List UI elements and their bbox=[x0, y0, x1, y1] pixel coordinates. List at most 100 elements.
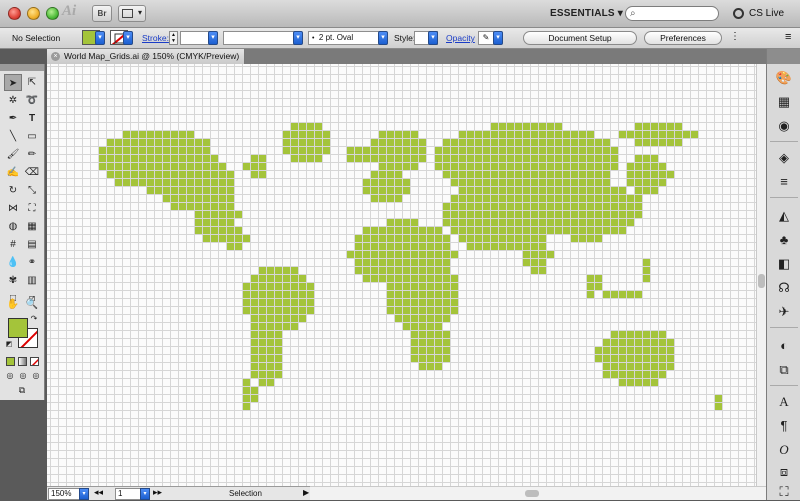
character-panel-icon[interactable]: A bbox=[775, 393, 793, 411]
arrange-documents-button[interactable]: ▾ bbox=[118, 5, 146, 22]
swap-fill-stroke-icon[interactable]: ↷ bbox=[28, 314, 40, 324]
variable-width-dropdown[interactable]: ▾ bbox=[293, 31, 303, 45]
rectangle-tool-icon[interactable]: ▭ bbox=[23, 128, 41, 145]
opentype-panel-icon[interactable]: O bbox=[775, 441, 793, 459]
pen-tool-icon[interactable]: ✒ bbox=[4, 110, 22, 127]
stroke-dropdown[interactable]: ▾ bbox=[123, 31, 133, 45]
map-grid-cell bbox=[275, 363, 282, 370]
eyedropper-tool-icon[interactable]: 💧 bbox=[4, 254, 22, 271]
gradient-tool-icon[interactable]: ▤ bbox=[23, 236, 41, 253]
cs-live-menu[interactable]: CS Live bbox=[749, 8, 784, 19]
horizontal-scroll-thumb[interactable] bbox=[525, 490, 539, 497]
magic-wand-tool-icon[interactable]: ✲ bbox=[4, 92, 22, 109]
world-map-grid-artwork[interactable] bbox=[47, 64, 756, 486]
stroke-panel-icon[interactable]: ≡ bbox=[775, 173, 793, 191]
symbol-sprayer-tool-icon[interactable]: ✾ bbox=[4, 272, 22, 289]
bridge-button[interactable]: Br bbox=[92, 5, 112, 22]
close-tab-icon[interactable]: × bbox=[51, 52, 60, 61]
blob-brush-tool-icon[interactable]: ✍ bbox=[4, 164, 22, 181]
line-segment-tool-icon[interactable]: ╲ bbox=[4, 128, 22, 145]
layers-panel-icon[interactable]: ◈ bbox=[775, 149, 793, 167]
hand-tool-icon[interactable]: ✋ bbox=[4, 296, 22, 313]
minimize-window-button[interactable] bbox=[27, 7, 40, 20]
artboard-number-field[interactable]: 1 bbox=[115, 488, 141, 500]
graphic-style-dropdown[interactable]: ▾ bbox=[428, 31, 438, 45]
gradient-mode-icon[interactable] bbox=[18, 357, 27, 366]
artboard-canvas[interactable] bbox=[47, 64, 756, 486]
free-transform-tool-icon[interactable]: ⛶ bbox=[23, 200, 41, 217]
artboard-dropdown[interactable]: ▾ bbox=[140, 488, 150, 500]
next-artboard-icon[interactable]: ▸▸ bbox=[153, 487, 162, 498]
color-mode-icon[interactable] bbox=[6, 357, 15, 366]
document-tab[interactable]: × World Map_Grids.ai @ 150% (CMYK/Previe… bbox=[47, 49, 245, 64]
recolor-dropdown[interactable]: ▾ bbox=[493, 31, 503, 45]
transparency-panel-icon[interactable]: ◐ bbox=[775, 337, 793, 355]
symbols-panel-icon[interactable]: ♣ bbox=[775, 231, 793, 249]
brushes-panel-icon[interactable]: ☊ bbox=[775, 279, 793, 297]
gradient-panel-icon[interactable]: ◭ bbox=[775, 207, 793, 225]
fill-dropdown[interactable]: ▾ bbox=[95, 31, 105, 45]
horizontal-scrollbar[interactable] bbox=[310, 486, 766, 500]
brush-definition[interactable]: • 2 pt. Oval bbox=[308, 31, 384, 45]
fill-color-swatch-tools[interactable] bbox=[8, 318, 28, 338]
variable-width-profile[interactable] bbox=[223, 31, 301, 45]
perspective-grid-tool-icon[interactable]: ▦ bbox=[23, 218, 41, 235]
transform-panel-icon[interactable]: ⛶ bbox=[775, 483, 793, 501]
screen-mode-icon[interactable]: ⧉ bbox=[12, 384, 32, 396]
shape-builder-tool-icon[interactable]: ◍ bbox=[4, 218, 22, 235]
draw-normal-icon[interactable]: ◎ bbox=[4, 370, 16, 382]
stroke-panel-link[interactable]: Stroke: bbox=[142, 33, 169, 43]
close-window-button[interactable] bbox=[8, 7, 21, 20]
mesh-tool-icon[interactable]: # bbox=[4, 236, 22, 253]
tools-panel-header[interactable] bbox=[0, 64, 44, 71]
zoom-tool-icon[interactable]: 🔍 bbox=[23, 296, 41, 313]
vertical-scrollbar[interactable] bbox=[756, 64, 766, 486]
zoom-dropdown[interactable]: ▾ bbox=[79, 488, 89, 500]
recolor-artwork-icon[interactable]: ✎ bbox=[478, 31, 494, 45]
status-menu-arrow-icon[interactable]: ▶ bbox=[303, 488, 309, 497]
blend-tool-icon[interactable]: ⚭ bbox=[23, 254, 41, 271]
zoom-window-button[interactable] bbox=[46, 7, 59, 20]
links-panel-icon[interactable]: ✈ bbox=[775, 303, 793, 321]
selection-tool-icon[interactable]: ➤ bbox=[4, 74, 22, 91]
stroke-weight-field[interactable] bbox=[180, 31, 210, 45]
width-tool-icon[interactable]: ⋈ bbox=[4, 200, 22, 217]
previous-artboard-icon[interactable]: ◂◂ bbox=[94, 487, 103, 498]
none-mode-icon[interactable] bbox=[30, 357, 39, 366]
scale-tool-icon[interactable]: ⤡ bbox=[23, 182, 41, 199]
eraser-tool-icon[interactable]: ⌫ bbox=[23, 164, 41, 181]
zoom-level-field[interactable]: 150% bbox=[48, 488, 80, 500]
dock-header[interactable] bbox=[767, 49, 800, 64]
stroke-weight-stepper[interactable]: ▲ ▼ bbox=[169, 31, 178, 45]
appearance-panel-icon[interactable]: ◉ bbox=[775, 117, 793, 135]
workspace-switcher[interactable]: ESSENTIALS ▾ bbox=[550, 8, 623, 19]
opacity-panel-link[interactable]: Opacity bbox=[446, 33, 475, 43]
color-panel-icon[interactable]: 🎨 bbox=[775, 69, 793, 87]
paragraph-panel-icon[interactable]: ¶ bbox=[775, 417, 793, 435]
map-grid-cell bbox=[171, 195, 178, 202]
paintbrush-tool-icon[interactable]: 🖌 bbox=[4, 146, 22, 163]
cs-live-icon[interactable] bbox=[733, 8, 744, 19]
rotate-tool-icon[interactable]: ↻ bbox=[4, 182, 22, 199]
vertical-scroll-thumb[interactable] bbox=[758, 274, 765, 288]
brush-dropdown[interactable]: ▾ bbox=[378, 31, 388, 45]
draw-behind-icon[interactable]: ◎ bbox=[17, 370, 29, 382]
default-fill-stroke-icon[interactable]: ◩ bbox=[4, 340, 14, 350]
preferences-button[interactable]: Preferences bbox=[644, 31, 722, 45]
direct-selection-tool-icon[interactable]: ⇱ bbox=[23, 74, 41, 91]
pathfinder-panel-icon[interactable]: ⧉ bbox=[775, 361, 793, 379]
stroke-weight-dropdown[interactable]: ▾ bbox=[208, 31, 218, 45]
pencil-tool-icon[interactable]: ✏ bbox=[23, 146, 41, 163]
swatches-panel-icon[interactable]: ▦ bbox=[775, 93, 793, 111]
draw-inside-icon[interactable]: ◎ bbox=[30, 370, 42, 382]
panel-menu-icon[interactable]: ⋮ bbox=[730, 31, 740, 42]
map-grid-cell bbox=[571, 203, 578, 210]
column-graph-tool-icon[interactable]: ▥ bbox=[23, 272, 41, 289]
graphic-styles-panel-icon[interactable]: ◧ bbox=[775, 255, 793, 273]
help-search-input[interactable]: ⌕ bbox=[625, 6, 719, 21]
document-setup-button[interactable]: Document Setup bbox=[523, 31, 637, 45]
control-panel-menu-icon[interactable]: ≡ bbox=[785, 31, 791, 43]
type-tool-icon[interactable]: T bbox=[23, 110, 41, 127]
artboards-panel-icon[interactable]: ⧈ bbox=[775, 463, 793, 481]
lasso-tool-icon[interactable]: ➰ bbox=[23, 92, 41, 109]
